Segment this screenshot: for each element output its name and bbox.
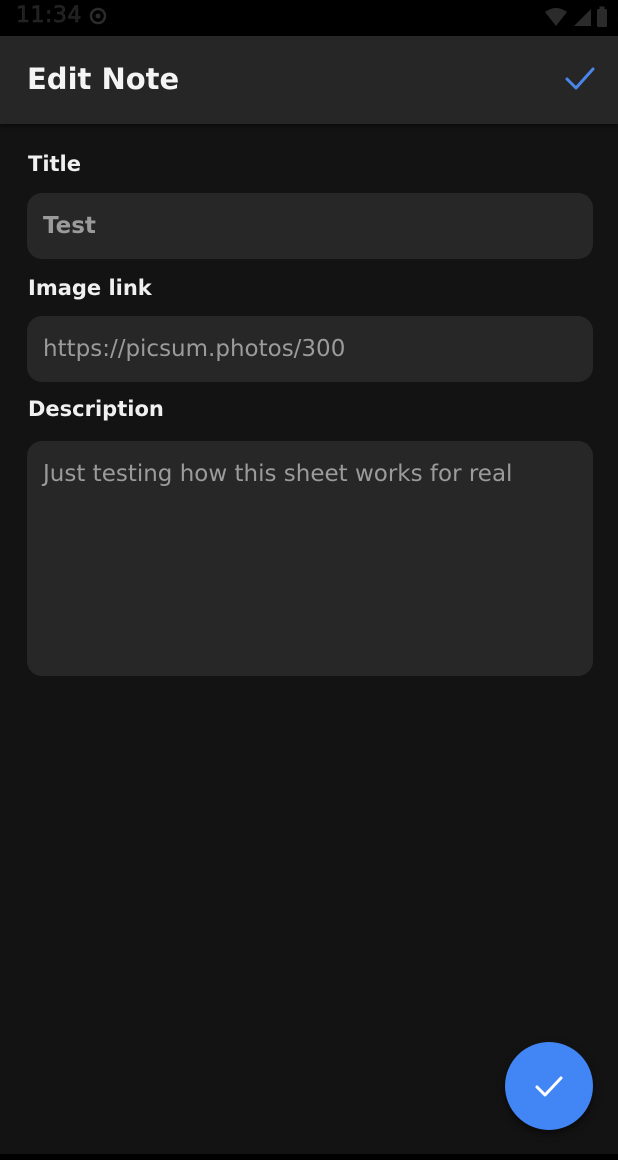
app-bar: Edit Note: [0, 36, 618, 124]
check-icon[interactable]: [562, 60, 598, 96]
signal-icon: [574, 9, 591, 26]
description-input[interactable]: Just testing how this sheet works for re…: [27, 441, 593, 676]
wifi-icon: [545, 8, 567, 26]
battery-icon: [597, 6, 607, 27]
check-icon: [535, 1076, 563, 1097]
description-label: Description: [28, 397, 164, 421]
navigation-bar: [0, 1154, 618, 1160]
phone-screen: 11:34 Edit Note Title Test Image link ht…: [0, 0, 618, 1160]
status-time: 11:34: [16, 3, 82, 29]
title-label: Title: [28, 152, 82, 176]
save-fab-button[interactable]: [505, 1042, 593, 1130]
image-link-label: Image link: [28, 276, 152, 300]
status-bar: 11:34: [0, 0, 618, 36]
status-icons: [544, 6, 608, 28]
sync-icon: [89, 7, 107, 25]
image-link-input[interactable]: https://picsum.photos/300: [27, 316, 593, 382]
page-title: Edit Note: [27, 62, 180, 96]
title-input[interactable]: Test: [27, 193, 593, 259]
